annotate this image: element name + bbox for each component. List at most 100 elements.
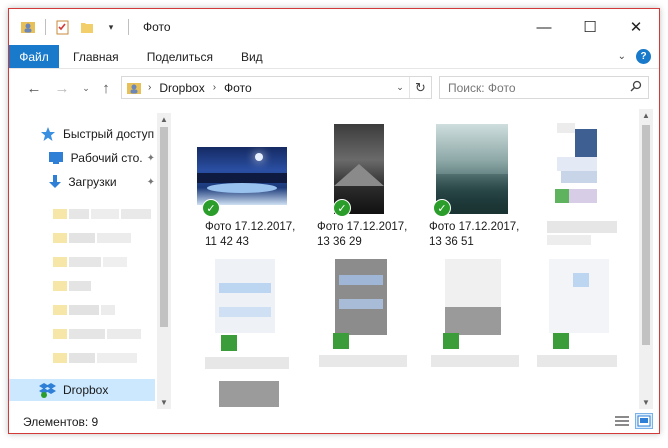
pin-icon[interactable]: ✦ [147, 153, 155, 164]
window-title: Фото [143, 20, 171, 34]
back-button[interactable]: ← [23, 77, 45, 99]
pixel-block [445, 259, 501, 309]
large-icons-view-icon[interactable] [635, 413, 653, 429]
search-input[interactable]: Поиск: Фото [439, 76, 649, 99]
ribbon-right-controls: ⌄ ? [618, 45, 659, 68]
pixel-block [555, 189, 569, 203]
pixel-block [219, 307, 271, 317]
nav-item-desktop[interactable]: Рабочий сто. ✦ [9, 147, 155, 169]
item-count: Элементов: 9 [23, 415, 99, 429]
address-bar[interactable]: › Dropbox › Фото ⌄ ↻ [121, 76, 432, 99]
nav-item-quick-access[interactable]: Быстрый доступ [9, 123, 155, 145]
pixel-block [319, 355, 407, 367]
moon-shape [255, 153, 263, 161]
forward-button[interactable]: → [51, 77, 73, 99]
customize-qat-icon[interactable]: ▾ [102, 18, 120, 36]
scroll-up-arrow-icon[interactable]: ▲ [639, 111, 653, 120]
file-caption-line2: 13 36 29 [317, 236, 362, 248]
status-bar: Элементов: 9 [9, 411, 659, 433]
nav-item-downloads[interactable]: Загрузки ✦ [9, 171, 155, 193]
breadcrumb-dropbox[interactable]: Dropbox [159, 81, 204, 95]
ribbon-tabs: Файл Главная Поделиться Вид ⌄ ? [9, 45, 659, 69]
quick-access-toolbar: ▾ [9, 9, 137, 45]
sync-check-icon: ✓ [433, 199, 451, 217]
blurred-nav-entry [53, 329, 141, 339]
nav-scrollbar[interactable]: ▲ ▼ [157, 113, 171, 409]
blurred-file-item[interactable] [205, 249, 309, 409]
nav-label: Рабочий сто. [70, 151, 143, 165]
pixel-block [537, 355, 617, 367]
tab-file[interactable]: Файл [9, 45, 59, 68]
pixel-block [561, 171, 597, 183]
nav-scroll-thumb[interactable] [160, 127, 168, 327]
chevron-down-icon[interactable]: ⌄ [618, 51, 626, 62]
view-switcher [613, 413, 653, 429]
tab-share[interactable]: Поделиться [133, 45, 227, 68]
address-row: ← → ⌄ ↑ › Dropbox › Фото ⌄ ↻ Поиск: Фото [9, 73, 659, 103]
up-button[interactable]: ↑ [95, 77, 117, 99]
refresh-icon[interactable]: ↻ [409, 77, 431, 98]
folder-user-icon [19, 18, 37, 36]
dropbox-icon [39, 381, 57, 399]
sync-check-icon: ✓ [202, 199, 220, 217]
maximize-button[interactable]: ☐ [567, 9, 613, 45]
blurred-nav-entry [53, 257, 127, 267]
file-grid: ✓ Фото 17.12.2017, 11 42 43 ✓ Фото 17.12… [179, 109, 639, 409]
nav-label: Загрузки [68, 175, 117, 189]
new-folder-icon[interactable] [78, 18, 96, 36]
scroll-down-arrow-icon[interactable]: ▼ [157, 398, 171, 407]
arrow-left-icon: ← [26, 79, 42, 97]
blurred-file-item[interactable] [535, 249, 639, 379]
blurred-file-item[interactable] [315, 249, 419, 379]
minimize-button[interactable]: — [521, 9, 567, 45]
file-caption-line2: 13 36 51 [429, 236, 474, 248]
qat-divider [128, 19, 129, 35]
scroll-up-arrow-icon[interactable]: ▲ [157, 115, 171, 124]
river-shape [207, 183, 277, 193]
window-controls: — ☐ ✕ [521, 9, 659, 45]
pixel-block [547, 235, 591, 245]
star-icon [39, 125, 57, 143]
mountain-shape [334, 164, 384, 186]
pixel-block [557, 157, 597, 171]
blurred-file-item[interactable] [535, 109, 639, 245]
pixel-block [333, 333, 349, 349]
properties-icon[interactable] [54, 18, 72, 36]
details-view-icon[interactable] [613, 413, 631, 429]
nav-item-dropbox[interactable]: Dropbox [9, 379, 155, 401]
pixel-block [431, 355, 519, 367]
pixel-block [219, 283, 271, 293]
file-caption-line1: Фото 17.12.2017, [317, 221, 408, 233]
file-caption-line1: Фото 17.12.2017, [205, 221, 296, 233]
arrow-right-icon: → [54, 79, 70, 97]
file-item[interactable]: ✓ Фото 17.12.2017, 13 36 51 [421, 109, 525, 248]
file-item[interactable]: ✓ Фото 17.12.2017, 13 36 29 [309, 109, 413, 248]
address-dropdown-icon[interactable]: ⌄ [391, 82, 409, 93]
help-icon[interactable]: ? [636, 49, 651, 64]
blurred-nav-entry [53, 305, 115, 315]
file-caption-line1: Фото 17.12.2017, [429, 221, 520, 233]
tab-home[interactable]: Главная [59, 45, 133, 68]
pixel-block [549, 259, 609, 333]
pixel-block [215, 259, 275, 333]
recent-locations-button[interactable]: ⌄ [75, 77, 97, 99]
tab-view[interactable]: Вид [227, 45, 277, 68]
title-bar: ▾ Фото — ☐ ✕ [9, 9, 659, 45]
folder-user-icon [126, 80, 142, 96]
nav-label: Dropbox [63, 383, 109, 397]
content-scrollbar[interactable]: ▲ ▼ [639, 109, 653, 409]
file-item[interactable]: ✓ Фото 17.12.2017, 11 42 43 [195, 109, 299, 248]
blurred-file-item[interactable] [427, 249, 531, 379]
chevron-right-icon: › [148, 82, 152, 93]
scroll-down-arrow-icon[interactable]: ▼ [639, 398, 653, 407]
pin-icon[interactable]: ✦ [147, 177, 155, 188]
photo-thumbnail [197, 147, 287, 205]
content-scroll-thumb[interactable] [642, 125, 650, 345]
qat-divider [45, 19, 46, 35]
breadcrumb-foto[interactable]: Фото [224, 81, 252, 95]
address-end: ⌄ ↻ [391, 77, 431, 98]
close-button[interactable]: ✕ [613, 9, 659, 45]
download-icon [47, 173, 62, 191]
sync-check-icon: ✓ [333, 199, 351, 217]
blurred-nav-entry [53, 353, 137, 363]
